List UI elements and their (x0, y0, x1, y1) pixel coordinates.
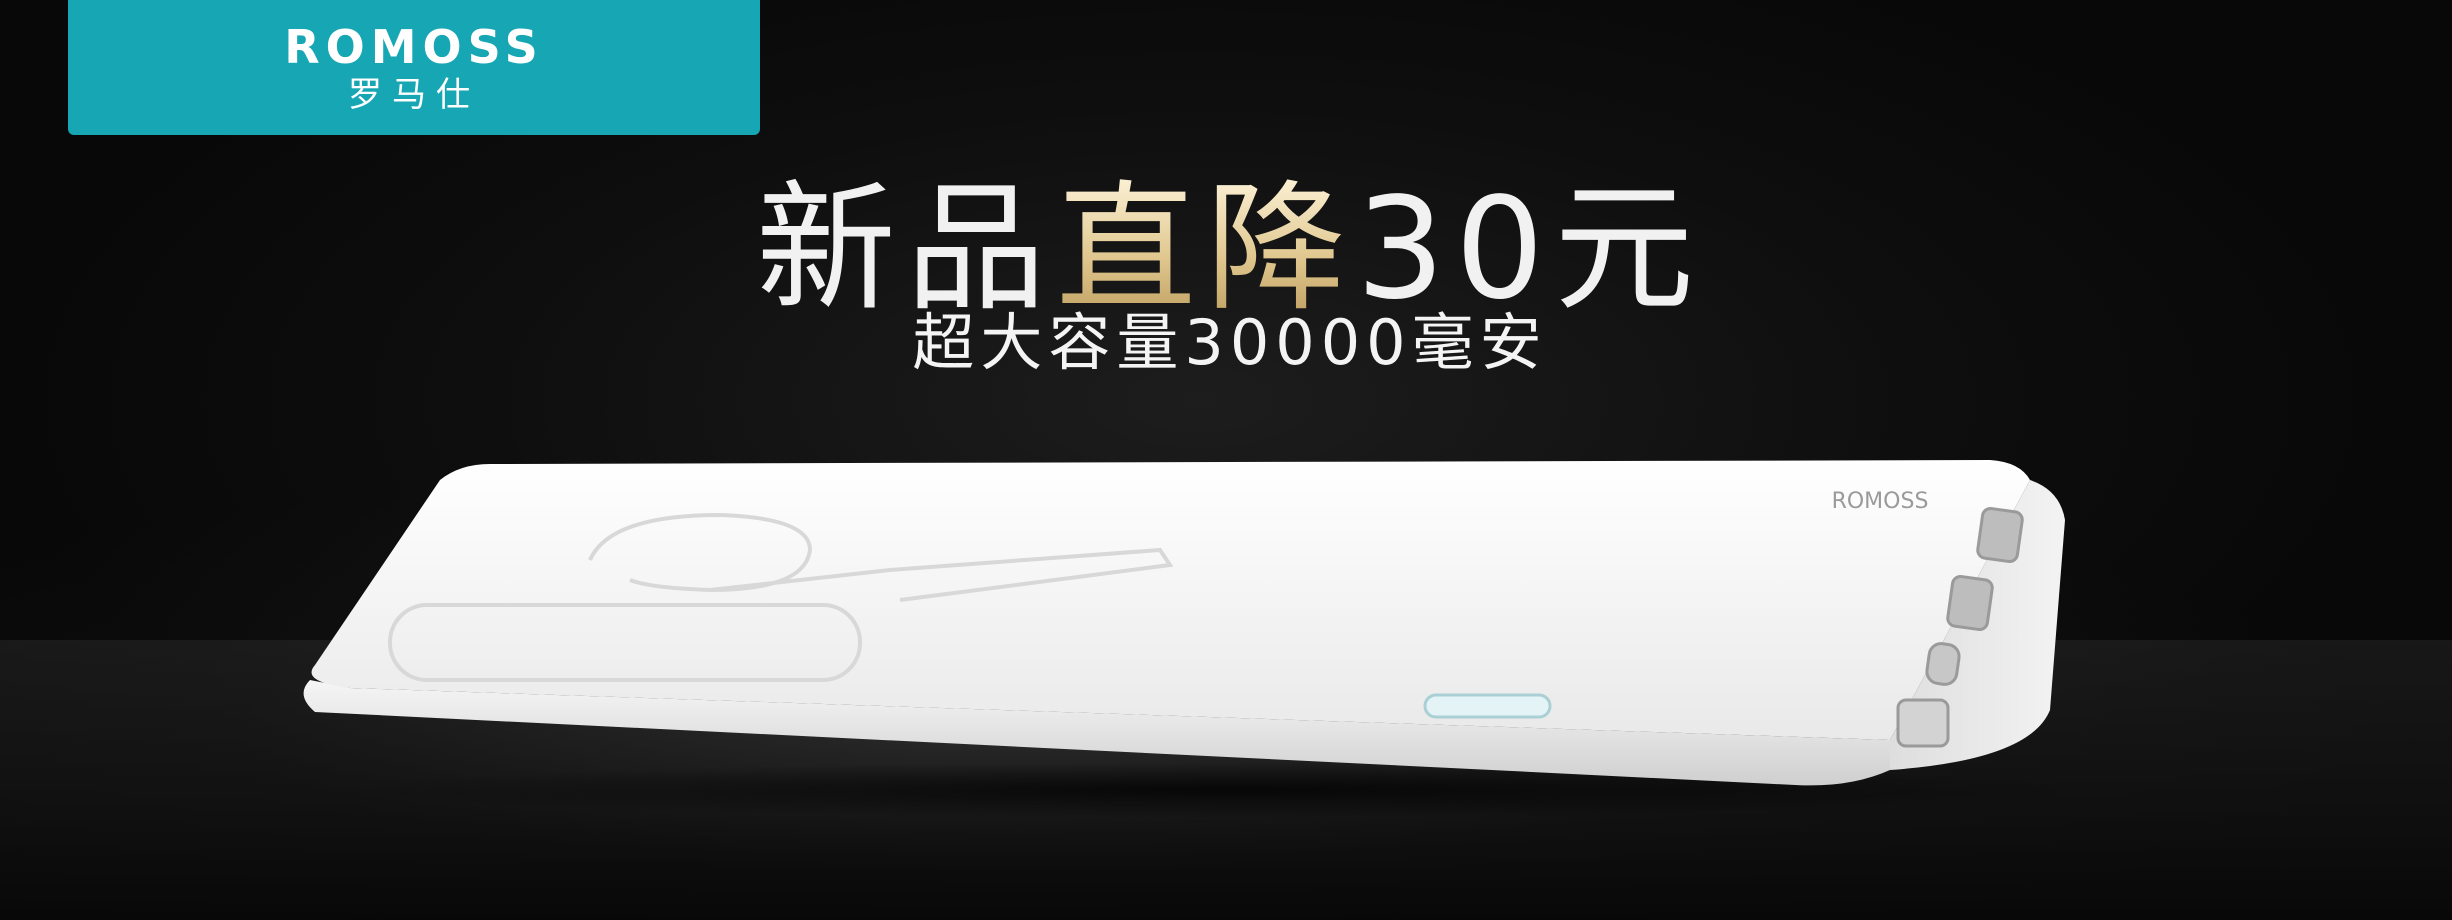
power-bank-image: ROMOSS (303, 460, 2100, 818)
usb-port-2 (1946, 574, 1994, 632)
brand-logo: ROMOSS 罗马仕 (68, 0, 760, 135)
product-brand-mark: ROMOSS (1832, 489, 1929, 514)
usb-port-1 (1976, 506, 2024, 564)
usb-c-port (1925, 642, 1961, 686)
led-indicator (1423, 693, 1552, 719)
subheadline-capacity: 超大容量30000毫安 (912, 306, 1548, 379)
micro-usb-port (1896, 698, 1950, 748)
brand-name-cn: 罗马仕 (348, 74, 480, 115)
headline: 新品直降30元 (300, 180, 2160, 320)
promo-banner: ROMOSS 罗马仕 新品直降30元 超大容量30000毫安 ROMOSS (0, 0, 2452, 920)
brand-name-en: ROMOSS (284, 19, 544, 74)
